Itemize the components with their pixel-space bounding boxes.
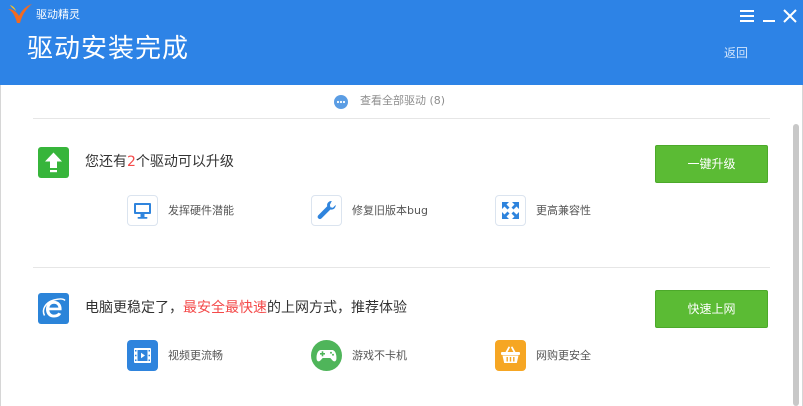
feature-label: 游戏不卡机 bbox=[352, 348, 407, 362]
feature-label: 发挥硬件潜能 bbox=[168, 203, 234, 217]
browser-message-highlight: 最安全最快速 bbox=[183, 300, 267, 316]
feature-item: 更高兼容性 bbox=[495, 195, 679, 226]
monitor-icon bbox=[127, 195, 158, 226]
back-link[interactable]: 返回 bbox=[724, 45, 748, 61]
one-click-upgrade-button[interactable]: 一键升级 bbox=[655, 145, 768, 183]
app-name: 驱动精灵 bbox=[36, 8, 80, 21]
upgrade-arrow-icon bbox=[38, 147, 69, 178]
browser-message-suffix: 的上网方式，推荐体验 bbox=[267, 300, 407, 316]
view-all-label: 查看全部驱动 (8) bbox=[360, 94, 446, 107]
driver-install-window: 驱动精灵 驱动安装完成 返回 查看全部驱动 (8) 您还有2个驱动可以升级 一键… bbox=[0, 0, 803, 406]
feature-item: 修复旧版本bug bbox=[311, 195, 495, 226]
feature-item: 网购更安全 bbox=[495, 340, 679, 371]
expand-arrows-icon bbox=[495, 195, 526, 226]
browser-message: 电脑更稳定了，最安全最快速的上网方式，推荐体验 bbox=[85, 299, 407, 317]
feature-label: 更高兼容性 bbox=[536, 203, 591, 217]
divider bbox=[33, 118, 770, 119]
upgrade-message: 您还有2个驱动可以升级 bbox=[85, 153, 234, 171]
gamepad-icon bbox=[311, 340, 342, 371]
feature-item: 视频更流畅 bbox=[127, 340, 311, 371]
upgrade-count: 2 bbox=[127, 154, 136, 170]
page-title: 驱动安装完成 bbox=[27, 34, 190, 64]
browser-features: 视频更流畅 游戏不卡机 网购更安全 bbox=[127, 340, 679, 371]
more-icon bbox=[334, 94, 348, 109]
vertical-scrollbar[interactable] bbox=[793, 124, 799, 406]
feature-item: 游戏不卡机 bbox=[311, 340, 495, 371]
shopping-basket-icon bbox=[495, 340, 526, 371]
feature-label: 视频更流畅 bbox=[168, 348, 223, 362]
view-all-drivers-link[interactable]: 查看全部驱动 (8) bbox=[334, 93, 445, 109]
feature-label: 修复旧版本bug bbox=[352, 203, 428, 217]
feature-item: 发挥硬件潜能 bbox=[127, 195, 311, 226]
menu-icon[interactable] bbox=[739, 8, 755, 22]
app-logo-icon bbox=[7, 3, 33, 25]
upgrade-message-prefix: 您还有 bbox=[85, 154, 127, 170]
close-icon[interactable] bbox=[782, 8, 798, 23]
wrench-icon bbox=[311, 195, 342, 226]
feature-label: 网购更安全 bbox=[536, 348, 591, 362]
upgrade-features: 发挥硬件潜能 修复旧版本bug 更高兼容性 bbox=[127, 195, 679, 226]
fast-browse-button[interactable]: 快速上网 bbox=[655, 290, 768, 328]
browser-message-prefix: 电脑更稳定了， bbox=[85, 300, 183, 316]
title-bar: 驱动精灵 驱动安装完成 返回 bbox=[0, 0, 803, 85]
minimize-icon[interactable] bbox=[761, 8, 777, 22]
divider bbox=[33, 267, 770, 268]
ie-browser-icon bbox=[38, 293, 69, 324]
video-icon bbox=[127, 340, 158, 371]
upgrade-message-suffix: 个驱动可以升级 bbox=[135, 154, 234, 170]
